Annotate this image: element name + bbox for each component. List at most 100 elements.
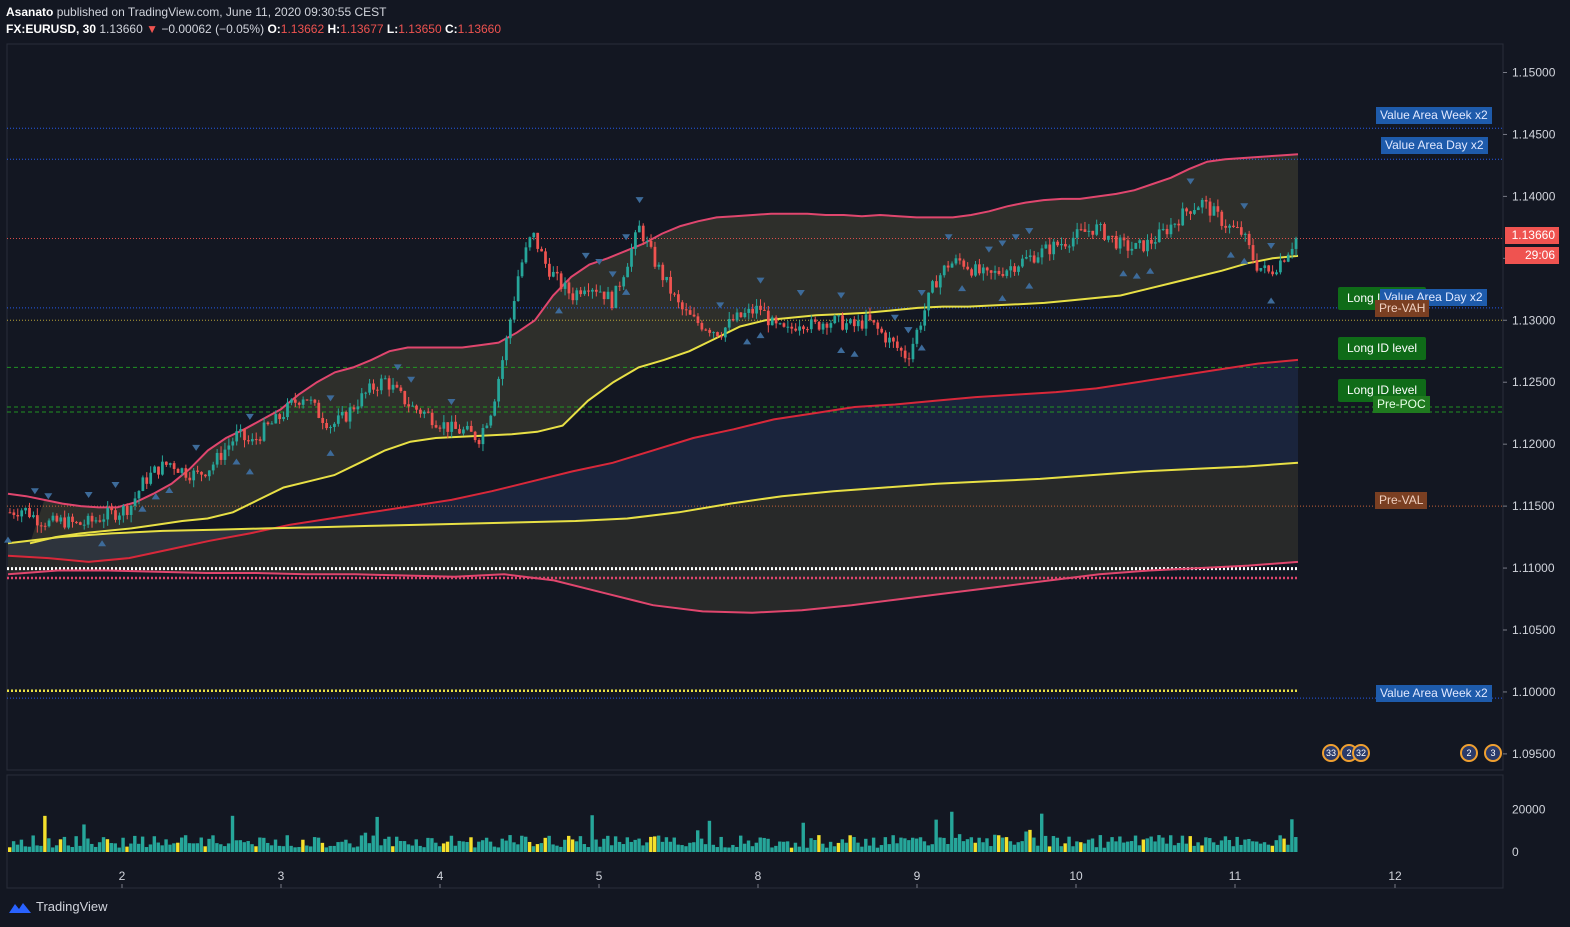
candle-body <box>1048 244 1052 255</box>
candle-body <box>942 265 946 276</box>
candle-body <box>825 323 829 328</box>
volume-bar <box>739 835 743 852</box>
candle-body <box>86 515 90 525</box>
us-flag-event-icon[interactable]: 33 <box>1322 744 1340 762</box>
candle-body <box>321 417 325 423</box>
volume-bar <box>496 847 501 852</box>
volume-bar <box>914 838 919 852</box>
volume-bar <box>1204 837 1208 852</box>
pre-val-label: Pre-VAL <box>1375 492 1428 509</box>
volume-bar <box>285 835 289 852</box>
volume-bar <box>742 843 747 852</box>
candle-body <box>1107 235 1110 240</box>
candle-body <box>938 275 942 288</box>
volume-bar <box>989 846 993 852</box>
volume-bar <box>74 836 78 852</box>
candle-body <box>1153 242 1157 244</box>
candle-body <box>1095 224 1099 235</box>
volume-bar <box>242 842 246 852</box>
volume-bar <box>828 841 833 852</box>
candle-body <box>125 505 129 515</box>
volume-bar <box>555 845 559 852</box>
volume-bar <box>1086 839 1091 852</box>
candle-body <box>90 515 94 522</box>
volume-bar <box>836 842 841 852</box>
candle-body <box>290 399 293 403</box>
candle-body <box>790 326 794 329</box>
candle-body <box>931 281 934 293</box>
volume-bar <box>1118 836 1122 852</box>
candle-body <box>1103 224 1106 240</box>
candle-body <box>501 360 504 379</box>
candle-body <box>106 507 110 520</box>
price-chart[interactable]: 1.150001.145001.140001.135001.130001.125… <box>0 0 1570 927</box>
footer-brand[interactable]: TradingView <box>8 899 108 914</box>
volume-bar <box>187 843 192 852</box>
volume-bar <box>629 841 633 852</box>
candle-body <box>645 240 649 242</box>
volume-bar <box>817 835 821 852</box>
candle-body <box>20 510 24 517</box>
y-tick-label: 1.14000 <box>1512 189 1556 203</box>
volume-bar <box>903 838 907 852</box>
candle-body <box>571 293 575 301</box>
candle-body <box>55 515 59 522</box>
candle-body <box>141 477 145 491</box>
volume-bar <box>473 847 477 852</box>
candle-body <box>458 428 461 434</box>
candle-body <box>966 266 970 270</box>
candle-body <box>247 440 250 442</box>
volume-bar <box>383 838 387 852</box>
candle-body <box>884 332 887 343</box>
x-tick-label: 4 <box>437 869 444 883</box>
candle-body <box>1243 233 1247 235</box>
volume-bar <box>1176 842 1181 852</box>
candle-body <box>352 407 356 410</box>
volume-bar <box>355 846 360 852</box>
volume-bar <box>39 845 43 852</box>
volume-bar <box>684 846 688 852</box>
volume-bar <box>164 839 168 852</box>
candle-body <box>989 270 993 273</box>
candle-body <box>1146 239 1149 252</box>
volume-bar <box>391 846 395 852</box>
volume-bar <box>625 837 630 852</box>
candle-body <box>641 225 645 242</box>
volume-bar <box>1161 837 1165 852</box>
triangle-marker <box>1267 297 1276 304</box>
volume-bar <box>160 845 164 852</box>
candle-body <box>743 312 747 318</box>
volume-bar <box>969 837 974 852</box>
candle-body <box>1079 229 1083 231</box>
candle-body <box>548 263 551 277</box>
candle-body <box>778 323 782 325</box>
us-flag-event-icon[interactable]: 32 <box>1352 744 1370 762</box>
candle-body <box>239 429 242 432</box>
volume-bar <box>1133 835 1138 852</box>
volume-bar <box>899 837 903 852</box>
candle-body <box>993 270 997 273</box>
eu-flag-event-icon[interactable]: 2 <box>1460 744 1478 762</box>
volume-bar <box>398 840 403 852</box>
volume-bar <box>594 839 598 852</box>
candle-body <box>387 378 391 390</box>
candle-body <box>708 329 712 333</box>
volume-bar <box>1141 839 1146 852</box>
volume-bar <box>410 845 415 852</box>
volume-bar <box>1172 845 1177 852</box>
volume-bar <box>1149 836 1153 852</box>
candle-body <box>149 472 153 484</box>
volume-bar <box>47 838 51 852</box>
volume-bar <box>1278 835 1282 852</box>
us-flag-event-icon[interactable]: 3 <box>1484 744 1502 762</box>
volume-bar <box>293 847 297 852</box>
triangle-marker <box>635 197 644 204</box>
candle-body <box>512 301 516 320</box>
volume-bar <box>449 835 454 852</box>
volume-bar <box>1145 838 1149 852</box>
volume-bar <box>254 846 258 852</box>
candle-body <box>379 378 383 391</box>
candle-body <box>462 429 465 434</box>
volume-bar <box>844 842 848 852</box>
candle-body <box>1142 240 1145 252</box>
